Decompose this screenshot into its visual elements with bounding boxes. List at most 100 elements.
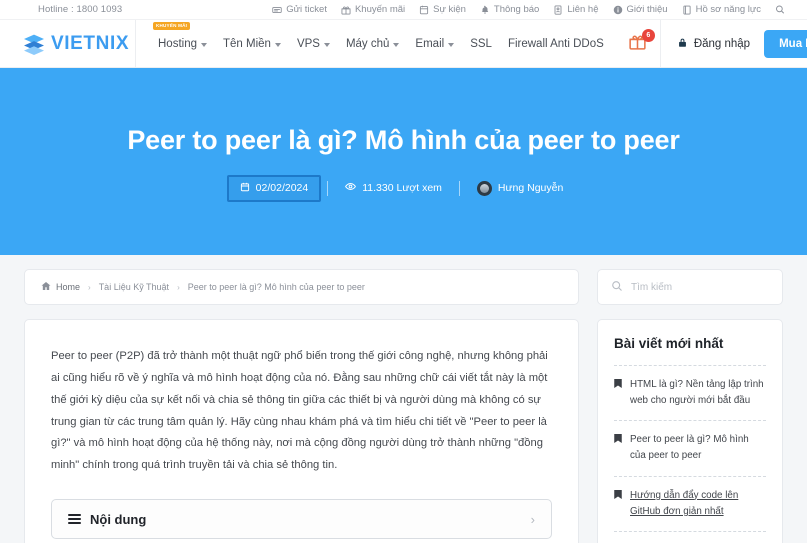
article-intro-paragraph: Peer to peer (P2P) đã trở thành một thuậ… (51, 350, 548, 472)
avatar (476, 180, 492, 196)
search-box[interactable] (597, 269, 783, 305)
topbar-item-ho-so-nang-luc[interactable]: Hồ sơ năng lực (682, 4, 761, 15)
list-item[interactable]: Peer to peer là gì? Mô hình của peer to … (614, 420, 766, 475)
main-navigation: VIETNIX KHUYẾN MÃI Hosting Tên Miền VPS … (0, 20, 807, 68)
article-hero: Peer to peer là gì? Mô hình của peer to … (0, 68, 807, 255)
search-icon (611, 280, 623, 295)
topbar-search-button[interactable] (775, 5, 785, 15)
buy-hosting-button[interactable]: Mua Hosting (764, 29, 807, 58)
list-item[interactable]: Hướng dẫn đăng ký Affiliate Shopee chi t… (614, 530, 766, 543)
eye-icon (345, 181, 357, 195)
nav-item-email[interactable]: Email (407, 20, 462, 67)
nav-item-vps[interactable]: VPS (289, 20, 338, 67)
page-title: Peer to peer là gì? Mô hình của peer to … (127, 125, 680, 155)
nav-item-hosting[interactable]: KHUYẾN MÃI Hosting (150, 20, 215, 67)
layers-logo-icon (22, 32, 46, 56)
search-icon (775, 5, 785, 15)
sidebar-post-title: Hướng dẫn đẩy code lên GitHub đơn giản n… (630, 489, 739, 517)
breadcrumb-current: Peer to peer là gì? Mô hình của peer to … (187, 282, 365, 292)
sidebar-title: Bài viết mới nhất (614, 336, 724, 351)
chevron-down-icon (274, 42, 281, 47)
top-utility-bar: Hotline : 1800 1093 Gửi ticket Khuyến mã… (0, 0, 807, 20)
topbar-item-label: Sự kiện (433, 4, 466, 15)
chevron-down-icon (323, 42, 330, 47)
table-of-contents-toggle[interactable]: Nội dung › (51, 499, 552, 540)
bell-icon (480, 5, 490, 15)
chevron-right-icon: › (530, 511, 535, 527)
topbar-item-khuyen-mai[interactable]: Khuyến mãi (341, 4, 405, 15)
sidebar-latest-posts: Bài viết mới nhất HTML là gì? Nền tảng l… (597, 319, 783, 543)
view-count-label: 11.330 Lượt xem (362, 182, 442, 195)
toc-label-wrap: Nội dung (68, 512, 146, 527)
bookmark-icon (614, 489, 622, 520)
view-count: 11.330 Lượt xem (328, 181, 459, 195)
nav-item-label: Hosting (158, 37, 197, 50)
topbar-item-label: Thông báo (493, 4, 540, 15)
nav-item-firewall-anti-ddos[interactable]: Firewall Anti DDoS (500, 20, 612, 67)
topbar-item-su-kien[interactable]: Sự kiện (419, 4, 466, 15)
nav-item-label: Email (415, 37, 445, 50)
book-icon (682, 5, 692, 15)
bookmark-icon (614, 378, 622, 409)
topbar-item-label: Khuyến mãi (354, 4, 406, 15)
breadcrumb: Home › Tài Liệu Kỹ Thuật › Peer to peer … (24, 269, 579, 305)
search-input[interactable] (631, 281, 761, 293)
publish-date-highlight[interactable]: 02/02/2024 (226, 174, 322, 202)
ticket-icon (272, 5, 282, 15)
bookmark-icon (614, 433, 622, 464)
chevron-down-icon (201, 42, 207, 47)
breadcrumb-search-row: Home › Tài Liệu Kỹ Thuật › Peer to peer … (24, 255, 783, 305)
breadcrumb-home-label: Home (56, 282, 81, 292)
topbar-item-label: Giới thiệu (626, 4, 668, 15)
lock-icon (677, 37, 688, 51)
topbar-item-label: Gửi ticket (286, 4, 327, 15)
nav-item-label: SSL (470, 37, 492, 50)
calendar-icon (419, 5, 429, 15)
topbar-item-gui-ticket[interactable]: Gửi ticket (272, 4, 327, 15)
list-item[interactable]: Hướng dẫn đẩy code lên GitHub đơn giản n… (614, 475, 766, 531)
promo-badge: KHUYẾN MÃI (153, 22, 191, 30)
breadcrumb-category[interactable]: Tài Liệu Kỹ Thuật (99, 282, 169, 292)
gift-icon (341, 5, 351, 15)
topbar-item-thong-bao[interactable]: Thông báo (480, 4, 539, 15)
topbar-item-gioi-thieu[interactable]: Giới thiệu (613, 4, 668, 15)
gift-count-badge: 6 (641, 28, 655, 42)
promotions-gift-button[interactable]: 6 (626, 28, 655, 56)
chevron-down-icon (393, 42, 400, 47)
article-content: Peer to peer (P2P) đã trở thành một thuậ… (24, 319, 579, 543)
nav-item-ten-mien[interactable]: Tên Miền (215, 20, 289, 67)
logo-wordmark: VIETNIX (51, 32, 130, 54)
breadcrumb-separator: › (88, 282, 91, 292)
content-row: Peer to peer (P2P) đã trở thành một thuậ… (24, 305, 783, 543)
login-button[interactable]: Đăng nhập (677, 37, 750, 51)
nav-item-label: Tên Miền (223, 37, 271, 50)
publish-date: 02/02/2024 (255, 182, 309, 195)
breadcrumb-home[interactable]: Home (41, 281, 80, 293)
nav-actions: Đăng nhập Mua Hosting (659, 20, 807, 67)
list-item[interactable]: HTML là gì? Nền tảng lập trình web cho n… (614, 365, 766, 420)
nav-item-may-chu[interactable]: Máy chủ (338, 20, 407, 67)
topbar-item-label: Hồ sơ năng lực (695, 4, 761, 15)
login-label: Đăng nhập (693, 37, 751, 50)
nav-menu: KHUYẾN MÃI Hosting Tên Miền VPS Máy chủ … (136, 20, 660, 67)
breadcrumb-separator: › (177, 282, 180, 292)
site-logo[interactable]: VIETNIX (0, 20, 136, 67)
chevron-down-icon (448, 42, 455, 47)
nav-item-ssl[interactable]: SSL (462, 20, 500, 67)
contact-card-icon (553, 4, 563, 15)
nav-item-label: Firewall Anti DDoS (507, 37, 604, 50)
top-utility-links: Gửi ticket Khuyến mãi Sự kiện Thông báo … (272, 4, 797, 15)
toc-label: Nội dung (90, 511, 147, 527)
hamburger-icon (68, 513, 81, 525)
article-author[interactable]: Hưng Nguyễn (460, 180, 580, 196)
nav-item-label: Máy chủ (345, 37, 390, 50)
topbar-item-label: Liên hệ (567, 4, 599, 15)
sidebar-post-title: Peer to peer là gì? Mô hình của peer to … (630, 434, 749, 462)
page-body: Home › Tài Liệu Kỹ Thuật › Peer to peer … (0, 255, 807, 543)
info-icon (613, 5, 623, 15)
sidebar-post-title: HTML là gì? Nền tảng lập trình web cho n… (630, 379, 764, 407)
topbar-item-lien-he[interactable]: Liên hệ (553, 4, 599, 15)
hotline-text: Hotline : 1800 1093 (38, 4, 123, 15)
nav-item-label: VPS (296, 37, 320, 50)
home-icon (41, 281, 51, 293)
